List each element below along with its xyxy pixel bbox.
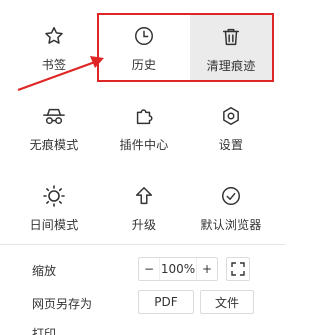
save-pdf-button[interactable]: PDF — [138, 290, 194, 314]
extensions-label: 插件中心 — [119, 138, 169, 152]
upgrade-label: 升级 — [131, 218, 157, 232]
clear-traces-label: 清理痕迹 — [206, 59, 256, 73]
history-label: 历史 — [131, 58, 157, 72]
puzzle-icon — [132, 104, 156, 128]
incognito-label: 无痕模式 — [29, 138, 79, 152]
section-divider — [0, 244, 285, 245]
clear-traces-button[interactable]: 清理痕迹 — [190, 15, 272, 81]
settings-button[interactable]: 设置 — [190, 80, 272, 160]
star-icon — [42, 24, 66, 48]
bookmarks-button[interactable]: 书签 — [13, 0, 95, 80]
print-label: 打印 — [32, 327, 57, 335]
menu-row-1: 书签 历史 清理痕迹 — [0, 0, 285, 81]
save-file-button[interactable]: 文件 — [200, 290, 254, 314]
bookmarks-label: 书签 — [41, 58, 67, 72]
upgrade-button[interactable]: 升级 — [103, 160, 185, 240]
incognito-icon — [42, 104, 66, 128]
day-mode-label: 日间模式 — [29, 218, 79, 232]
print-row[interactable]: 打印 — [0, 322, 285, 335]
zoom-label: 缩放 — [32, 264, 57, 278]
zoom-control: − 100% + — [138, 257, 218, 281]
settings-label: 设置 — [218, 138, 244, 152]
zoom-out-button[interactable]: − — [139, 258, 159, 280]
zoom-level: 100% — [159, 258, 197, 280]
menu-row-3: 日间模式 升级 默认浏览器 — [0, 160, 285, 240]
trash-icon — [219, 25, 243, 49]
check-circle-icon — [219, 184, 243, 208]
default-browser-button[interactable]: 默认浏览器 — [190, 160, 272, 240]
default-browser-label: 默认浏览器 — [200, 218, 262, 232]
save-as-label: 网页另存为 — [32, 297, 93, 311]
fullscreen-button[interactable] — [226, 257, 250, 281]
clock-icon — [132, 24, 156, 48]
menu-row-2: 无痕模式 插件中心 设置 — [0, 80, 285, 160]
history-button[interactable]: 历史 — [103, 0, 185, 80]
sun-icon — [42, 184, 66, 208]
fullscreen-icon — [231, 262, 245, 276]
zoom-in-button[interactable]: + — [197, 258, 217, 280]
incognito-button[interactable]: 无痕模式 — [13, 80, 95, 160]
save-as-row: 网页另存为 PDF 文件 — [0, 290, 285, 318]
gear-icon — [219, 104, 243, 128]
extensions-button[interactable]: 插件中心 — [103, 80, 185, 160]
upgrade-arrow-icon — [132, 184, 156, 208]
zoom-row: 缩放 − 100% + — [0, 257, 285, 285]
day-mode-button[interactable]: 日间模式 — [13, 160, 95, 240]
